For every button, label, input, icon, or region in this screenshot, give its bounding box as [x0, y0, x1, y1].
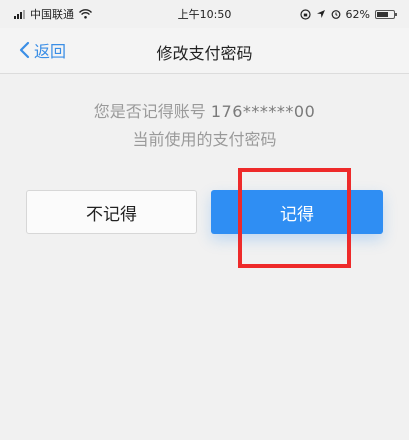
status-bar: 中国联通 上午10:50 62% [0, 0, 409, 28]
status-left: 中国联通 [14, 6, 92, 22]
dont-remember-button[interactable]: 不记得 [26, 190, 197, 234]
location-icon [316, 10, 325, 18]
account-number: 176******00 [210, 102, 316, 121]
wifi-icon [79, 9, 92, 19]
status-right: 62% [299, 7, 397, 21]
navigation-bar: 返回 修改支付密码 [0, 28, 409, 74]
battery-percent: 62% [345, 7, 370, 21]
carrier-name: 中国联通 [30, 8, 74, 21]
battery-icon [375, 9, 397, 19]
page-title: 修改支付密码 [156, 44, 253, 63]
signal-icon [14, 9, 25, 19]
red-highlight-box [238, 168, 351, 268]
question-line-2: 当前使用的支付密码 [132, 130, 277, 149]
question-prefix: 您是否记得账号 [93, 102, 206, 121]
phone-screen: 中国联通 上午10:50 62% 返回 修改支付密码 您是否记得账号 176**… [0, 0, 409, 440]
orientation-lock-icon [299, 8, 311, 20]
account-question: 您是否记得账号 176******00 当前使用的支付密码 [0, 98, 409, 154]
question-line-1: 您是否记得账号 176******00 [0, 98, 409, 126]
alarm-icon [331, 10, 340, 19]
